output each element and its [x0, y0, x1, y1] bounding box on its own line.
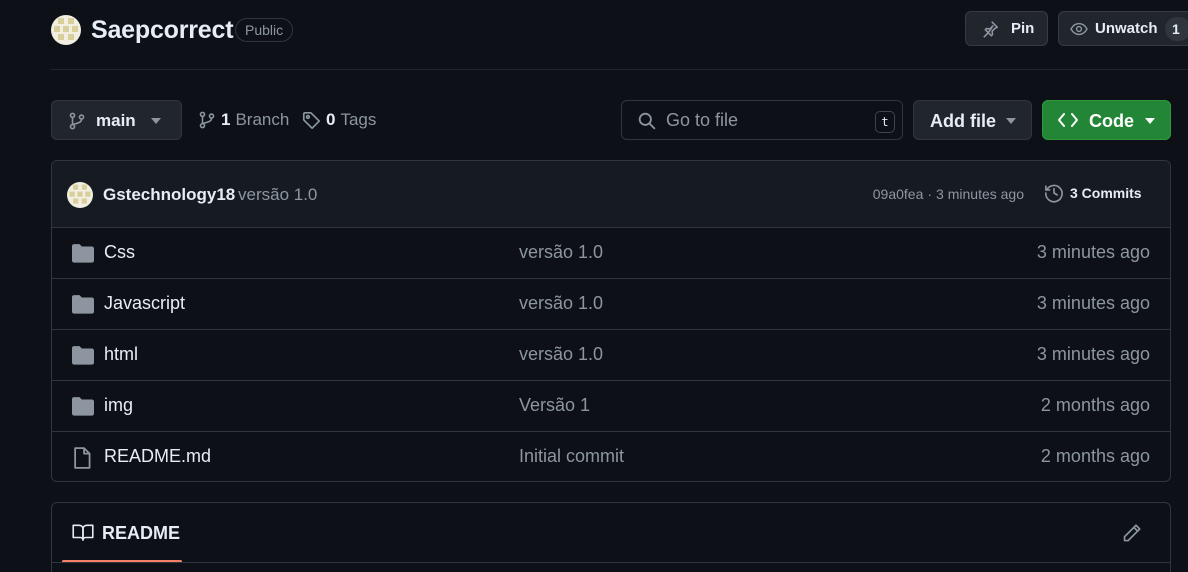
commit-meta: 09a0fea · 3 minutes ago — [873, 186, 1024, 202]
tags-link[interactable]: 0 Tags — [302, 110, 376, 130]
go-to-file-search[interactable]: t — [621, 100, 903, 140]
commit-hash[interactable]: 09a0fea — [873, 186, 924, 202]
file-name-link[interactable]: Javascript — [104, 293, 185, 314]
file-browser: Gstechnology18 versão 1.0 09a0fea · 3 mi… — [51, 160, 1171, 482]
file-name-link[interactable]: Css — [104, 242, 135, 263]
tag-count: 0 — [326, 110, 336, 129]
file-name-link[interactable]: img — [104, 395, 133, 416]
latest-commit-bar: Gstechnology18 versão 1.0 09a0fea · 3 mi… — [52, 161, 1170, 228]
readme-tab-label: README — [102, 523, 181, 543]
search-icon — [638, 112, 656, 130]
file-commit-message[interactable]: Initial commit — [519, 446, 624, 467]
branch-selector[interactable]: main — [51, 100, 182, 140]
table-row[interactable]: html versão 1.0 3 minutes ago — [52, 330, 1170, 381]
commits-count-label: 3 Commits — [1070, 185, 1142, 201]
branches-link[interactable]: 1 Branch — [198, 110, 289, 130]
chevron-down-icon — [1006, 118, 1016, 124]
table-row[interactable]: Css versão 1.0 3 minutes ago — [52, 228, 1170, 279]
unwatch-button[interactable]: Unwatch 1 — [1058, 11, 1188, 46]
unwatch-label: Unwatch — [1095, 20, 1158, 37]
tab-readme[interactable]: README — [62, 503, 182, 563]
git-branch-icon — [198, 111, 216, 129]
add-file-button[interactable]: Add file — [913, 100, 1032, 140]
branch-count: 1 — [221, 110, 231, 129]
author-avatar[interactable] — [67, 182, 93, 208]
commit-author[interactable]: Gstechnology18 — [103, 185, 235, 205]
table-row[interactable]: img Versão 1 2 months ago — [52, 381, 1170, 432]
git-branch-icon — [68, 112, 86, 130]
commit-time: 3 minutes ago — [936, 186, 1024, 202]
file-commit-date: 2 months ago — [1040, 446, 1150, 466]
table-row[interactable]: README.md Initial commit 2 months ago — [52, 432, 1170, 481]
folder-icon — [72, 294, 94, 314]
file-commit-message[interactable]: versão 1.0 — [519, 242, 603, 263]
tag-icon — [302, 111, 321, 130]
eye-icon — [1070, 21, 1088, 37]
file-icon — [72, 447, 92, 469]
readme-divider — [52, 562, 1170, 563]
file-name-link[interactable]: html — [104, 344, 138, 365]
file-commit-date: 3 minutes ago — [1036, 242, 1150, 262]
branch-name: main — [96, 111, 136, 130]
search-input[interactable] — [666, 109, 866, 131]
chevron-down-icon — [151, 118, 161, 124]
add-file-label: Add file — [930, 111, 996, 131]
commits-history-link[interactable]: 3 Commits — [1044, 183, 1142, 203]
branch-label: Branch — [235, 110, 290, 129]
table-row[interactable]: Javascript versão 1.0 3 minutes ago — [52, 279, 1170, 330]
file-commit-message[interactable]: Versão 1 — [519, 395, 590, 416]
repo-name[interactable]: Saepcorrect — [91, 16, 234, 45]
folder-icon — [72, 396, 94, 416]
pin-label: Pin — [1011, 20, 1035, 37]
watch-count: 1 — [1165, 17, 1188, 41]
repo-header: Saepcorrect Public Pin Unwatch 1 — [51, 11, 1188, 48]
pencil-icon[interactable] — [1122, 523, 1142, 543]
book-icon — [72, 523, 94, 541]
pin-icon — [981, 20, 999, 38]
tag-label: Tags — [340, 110, 377, 129]
history-icon — [1044, 183, 1064, 203]
folder-icon — [72, 243, 94, 263]
keyboard-shortcut-hint: t — [875, 111, 895, 133]
chevron-down-icon — [1145, 118, 1155, 124]
file-commit-date: 3 minutes ago — [1036, 293, 1150, 313]
file-commit-date: 3 minutes ago — [1036, 344, 1150, 364]
readme-panel: README — [51, 502, 1171, 572]
header-divider — [51, 69, 1188, 70]
code-label: Code — [1089, 111, 1134, 131]
file-commit-message[interactable]: versão 1.0 — [519, 293, 603, 314]
commit-message[interactable]: versão 1.0 — [238, 185, 317, 205]
visibility-badge: Public — [235, 18, 294, 42]
file-commit-date: 2 months ago — [1040, 395, 1150, 415]
folder-icon — [72, 345, 94, 365]
commit-meta-separator: · — [927, 186, 933, 202]
file-name-link[interactable]: README.md — [104, 446, 211, 467]
code-icon — [1058, 111, 1078, 129]
file-commit-message[interactable]: versão 1.0 — [519, 344, 603, 365]
owner-avatar[interactable] — [51, 15, 81, 45]
pin-button[interactable]: Pin — [965, 11, 1048, 46]
code-button[interactable]: Code — [1042, 100, 1171, 140]
